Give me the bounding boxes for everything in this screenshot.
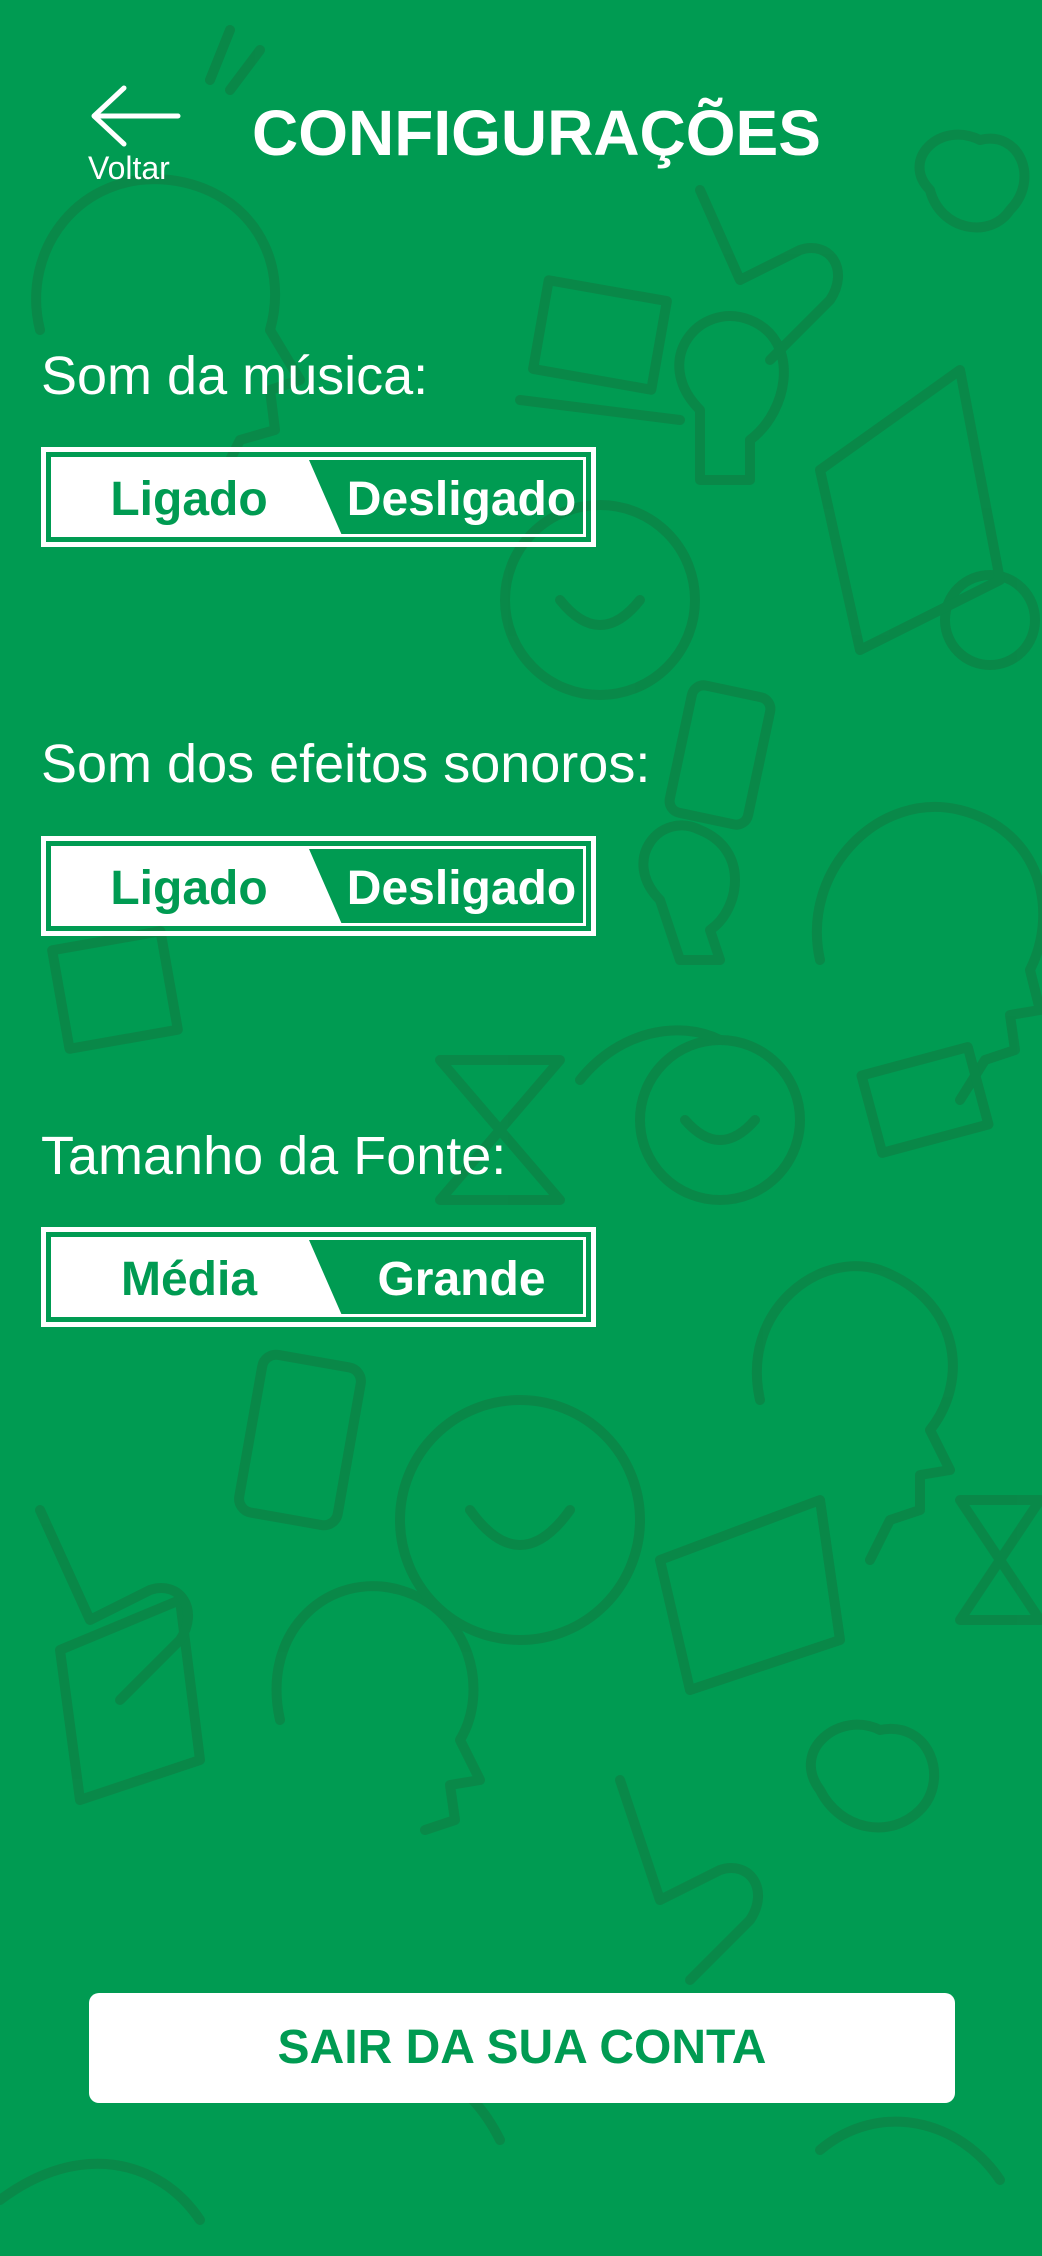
page-title: CONFIGURAÇÕES xyxy=(252,97,821,169)
effects-on-option[interactable]: Ligado xyxy=(54,849,324,923)
laptop-icon xyxy=(528,275,672,395)
effects-off-option[interactable]: Desligado xyxy=(334,849,583,923)
sound-effects-toggle: Ligado Desligado xyxy=(41,836,596,936)
header: Voltar CONFIGURAÇÕES xyxy=(0,0,1042,220)
font-medium-option[interactable]: Média xyxy=(54,1240,324,1314)
phone-icon xyxy=(664,680,776,830)
head-outline-icon xyxy=(31,174,305,485)
music-sound-label: Som da música: xyxy=(41,346,429,406)
logout-button[interactable]: SAIR DA SUA CONTA xyxy=(89,1993,955,2103)
music-off-option[interactable]: Desligado xyxy=(334,460,583,534)
back-label: Voltar xyxy=(88,150,170,186)
music-sound-toggle: Ligado Desligado xyxy=(41,447,596,547)
music-on-option[interactable]: Ligado xyxy=(54,460,324,534)
toggle-track: Ligado Desligado xyxy=(51,846,586,926)
laptop-icon xyxy=(47,926,183,1054)
smiley-icon xyxy=(395,1395,645,1645)
logout-label: SAIR DA SUA CONTA xyxy=(277,2021,767,2074)
font-size-toggle: Média Grande xyxy=(41,1227,596,1327)
hourglass-icon xyxy=(955,1495,1042,1625)
pointing-hand-icon xyxy=(615,1775,764,1985)
brain-icon xyxy=(805,1719,940,1833)
smiley-icon xyxy=(635,1035,805,1205)
laptop-icon xyxy=(856,1042,994,1158)
arrow-left-icon xyxy=(91,85,181,147)
book-icon xyxy=(815,365,1005,655)
back-button[interactable]: Voltar xyxy=(84,80,194,190)
lightbulb-icon xyxy=(638,820,740,965)
sound-effects-label: Som dos efeitos sonoros: xyxy=(41,734,651,794)
settings-screen: Voltar CONFIGURAÇÕES Som da música: Liga… xyxy=(0,0,1042,2256)
font-large-option[interactable]: Grande xyxy=(334,1240,583,1314)
lightbulb-icon xyxy=(674,311,789,485)
phone-icon xyxy=(234,1349,366,1531)
font-size-label: Tamanho da Fonte: xyxy=(41,1126,507,1186)
toggle-track: Ligado Desligado xyxy=(51,457,586,537)
book-icon xyxy=(55,1595,205,1805)
book-icon xyxy=(655,1495,845,1695)
toggle-track: Média Grande xyxy=(51,1237,586,1317)
